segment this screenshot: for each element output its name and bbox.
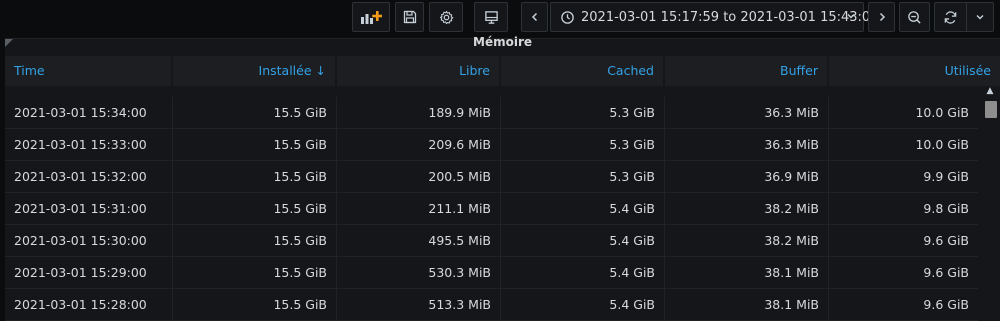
cell-cached: 5.3 GiB (501, 97, 665, 129)
dashboard-settings-button[interactable] (429, 2, 463, 32)
cell-cached: 5.4 GiB (501, 225, 665, 257)
column-header-free[interactable]: Libre (337, 56, 501, 86)
scroll-up-arrow-icon[interactable]: ▲ (985, 85, 995, 97)
chevron-left-icon (530, 11, 540, 23)
cell-time: 2021-03-01 15:33:00 (5, 129, 173, 161)
table-scrollbar[interactable]: ▲ (983, 85, 997, 321)
cell-buffer: 36.3 MiB (665, 97, 829, 129)
table-row: 2021-03-01 15:28:00 15.5 GiB 513.3 MiB 5… (5, 289, 978, 321)
cell-installed: 15.5 GiB (173, 289, 337, 321)
refresh-interval-dropdown[interactable] (966, 2, 994, 32)
clock-icon (560, 10, 575, 25)
chevron-down-icon (846, 11, 856, 21)
column-header-time[interactable]: Time (5, 56, 173, 86)
time-range-picker[interactable]: 2021-03-01 15:17:59 to 2021-03-01 15:43:… (550, 2, 878, 32)
save-icon (403, 10, 417, 24)
zoom-out-icon (907, 10, 922, 25)
cell-buffer: 38.2 MiB (665, 193, 829, 225)
cell-time: 2021-03-01 15:31:00 (5, 193, 173, 225)
cell-cached: 5.3 GiB (501, 161, 665, 193)
table-row: 2021-03-01 15:33:00 15.5 GiB 209.6 MiB 5… (5, 129, 978, 161)
cell-used: 10.0 GiB (915, 137, 969, 152)
cell-time: 2021-03-01 15:29:00 (5, 257, 173, 289)
cell-time: 2021-03-01 15:32:00 (5, 161, 173, 193)
cell-buffer: 36.9 MiB (665, 161, 829, 193)
cell-installed: 15.5 GiB (173, 161, 337, 193)
refresh-icon (943, 10, 958, 25)
time-range-back-button[interactable] (521, 2, 548, 32)
cell-used: 9.8 GiB (923, 201, 969, 216)
column-header-used[interactable]: Utilisée (829, 56, 1000, 86)
cell-free: 209.6 MiB (337, 129, 501, 161)
cell-cached: 5.4 GiB (501, 289, 665, 321)
cell-cached: 5.3 GiB (501, 129, 665, 161)
table-row: 2021-03-01 15:34:00 15.5 GiB 189.9 MiB 5… (5, 97, 978, 129)
column-header-cached[interactable]: Cached (501, 56, 665, 86)
panel-title[interactable]: Mémoire (5, 35, 1000, 49)
cell-buffer: 38.1 MiB (665, 289, 829, 321)
cell-cached: 5.4 GiB (501, 257, 665, 289)
cell-used: 9.6 GiB (923, 265, 969, 280)
table-row: 2021-03-01 15:30:00 15.5 GiB 495.5 MiB 5… (5, 225, 978, 257)
cell-installed: 15.5 GiB (173, 257, 337, 289)
scrollbar-thumb[interactable] (985, 101, 997, 118)
table-header: Time Installée ↓ Libre Cached Buffer Uti… (5, 56, 1000, 86)
monitor-icon (484, 10, 499, 25)
cell-cached: 5.4 GiB (501, 193, 665, 225)
cell-free: 495.5 MiB (337, 225, 501, 257)
cell-used: 9.6 GiB (923, 233, 969, 248)
add-panel-button[interactable] (352, 2, 390, 32)
cell-buffer: 38.1 MiB (665, 257, 829, 289)
refresh-button[interactable] (934, 2, 966, 32)
cell-free: 200.5 MiB (337, 161, 501, 193)
time-range-forward-button[interactable] (868, 2, 895, 32)
cell-time: 2021-03-01 15:30:00 (5, 225, 173, 257)
table-body: 2021-03-01 15:34:00 15.5 GiB 189.9 MiB 5… (5, 97, 978, 321)
cell-free: 513.3 MiB (337, 289, 501, 321)
memory-panel: Mémoire Time Installée ↓ Libre Cached Bu… (5, 35, 1000, 321)
chevron-right-icon (877, 11, 887, 23)
time-range-label: 2021-03-01 15:17:59 to 2021-03-01 15:43:… (581, 9, 879, 25)
gear-icon (439, 10, 454, 25)
cell-free: 530.3 MiB (337, 257, 501, 289)
cell-time: 2021-03-01 15:28:00 (5, 289, 173, 321)
column-header-installed[interactable]: Installée ↓ (173, 56, 337, 86)
cell-installed: 15.5 GiB (173, 193, 337, 225)
cell-installed: 15.5 GiB (173, 97, 337, 129)
cell-installed: 15.5 GiB (173, 129, 337, 161)
add-panel-icon (360, 9, 382, 25)
cycle-view-mode-button[interactable] (474, 2, 508, 32)
zoom-out-button[interactable] (899, 2, 930, 32)
cell-used: 9.6 GiB (923, 297, 969, 312)
cell-used: 10.0 GiB (915, 105, 969, 120)
table-row: 2021-03-01 15:29:00 15.5 GiB 530.3 MiB 5… (5, 257, 978, 289)
cell-buffer: 36.3 MiB (665, 129, 829, 161)
cell-time: 2021-03-01 15:34:00 (5, 97, 173, 129)
column-header-buffer[interactable]: Buffer (665, 56, 829, 86)
chevron-down-icon (975, 12, 985, 22)
dashboard-view: 2021-03-01 15:17:59 to 2021-03-01 15:43:… (0, 0, 1000, 321)
cell-free: 211.1 MiB (337, 193, 501, 225)
cell-buffer: 38.2 MiB (665, 225, 829, 257)
cell-free: 189.9 MiB (337, 97, 501, 129)
cell-used: 9.9 GiB (923, 169, 969, 184)
save-dashboard-button[interactable] (395, 2, 424, 32)
cell-installed: 15.5 GiB (173, 225, 337, 257)
table-row: 2021-03-01 15:32:00 15.5 GiB 200.5 MiB 5… (5, 161, 978, 193)
table-row: 2021-03-01 15:31:00 15.5 GiB 211.1 MiB 5… (5, 193, 978, 225)
dashboard-toolbar: 2021-03-01 15:17:59 to 2021-03-01 15:43:… (0, 0, 1000, 38)
